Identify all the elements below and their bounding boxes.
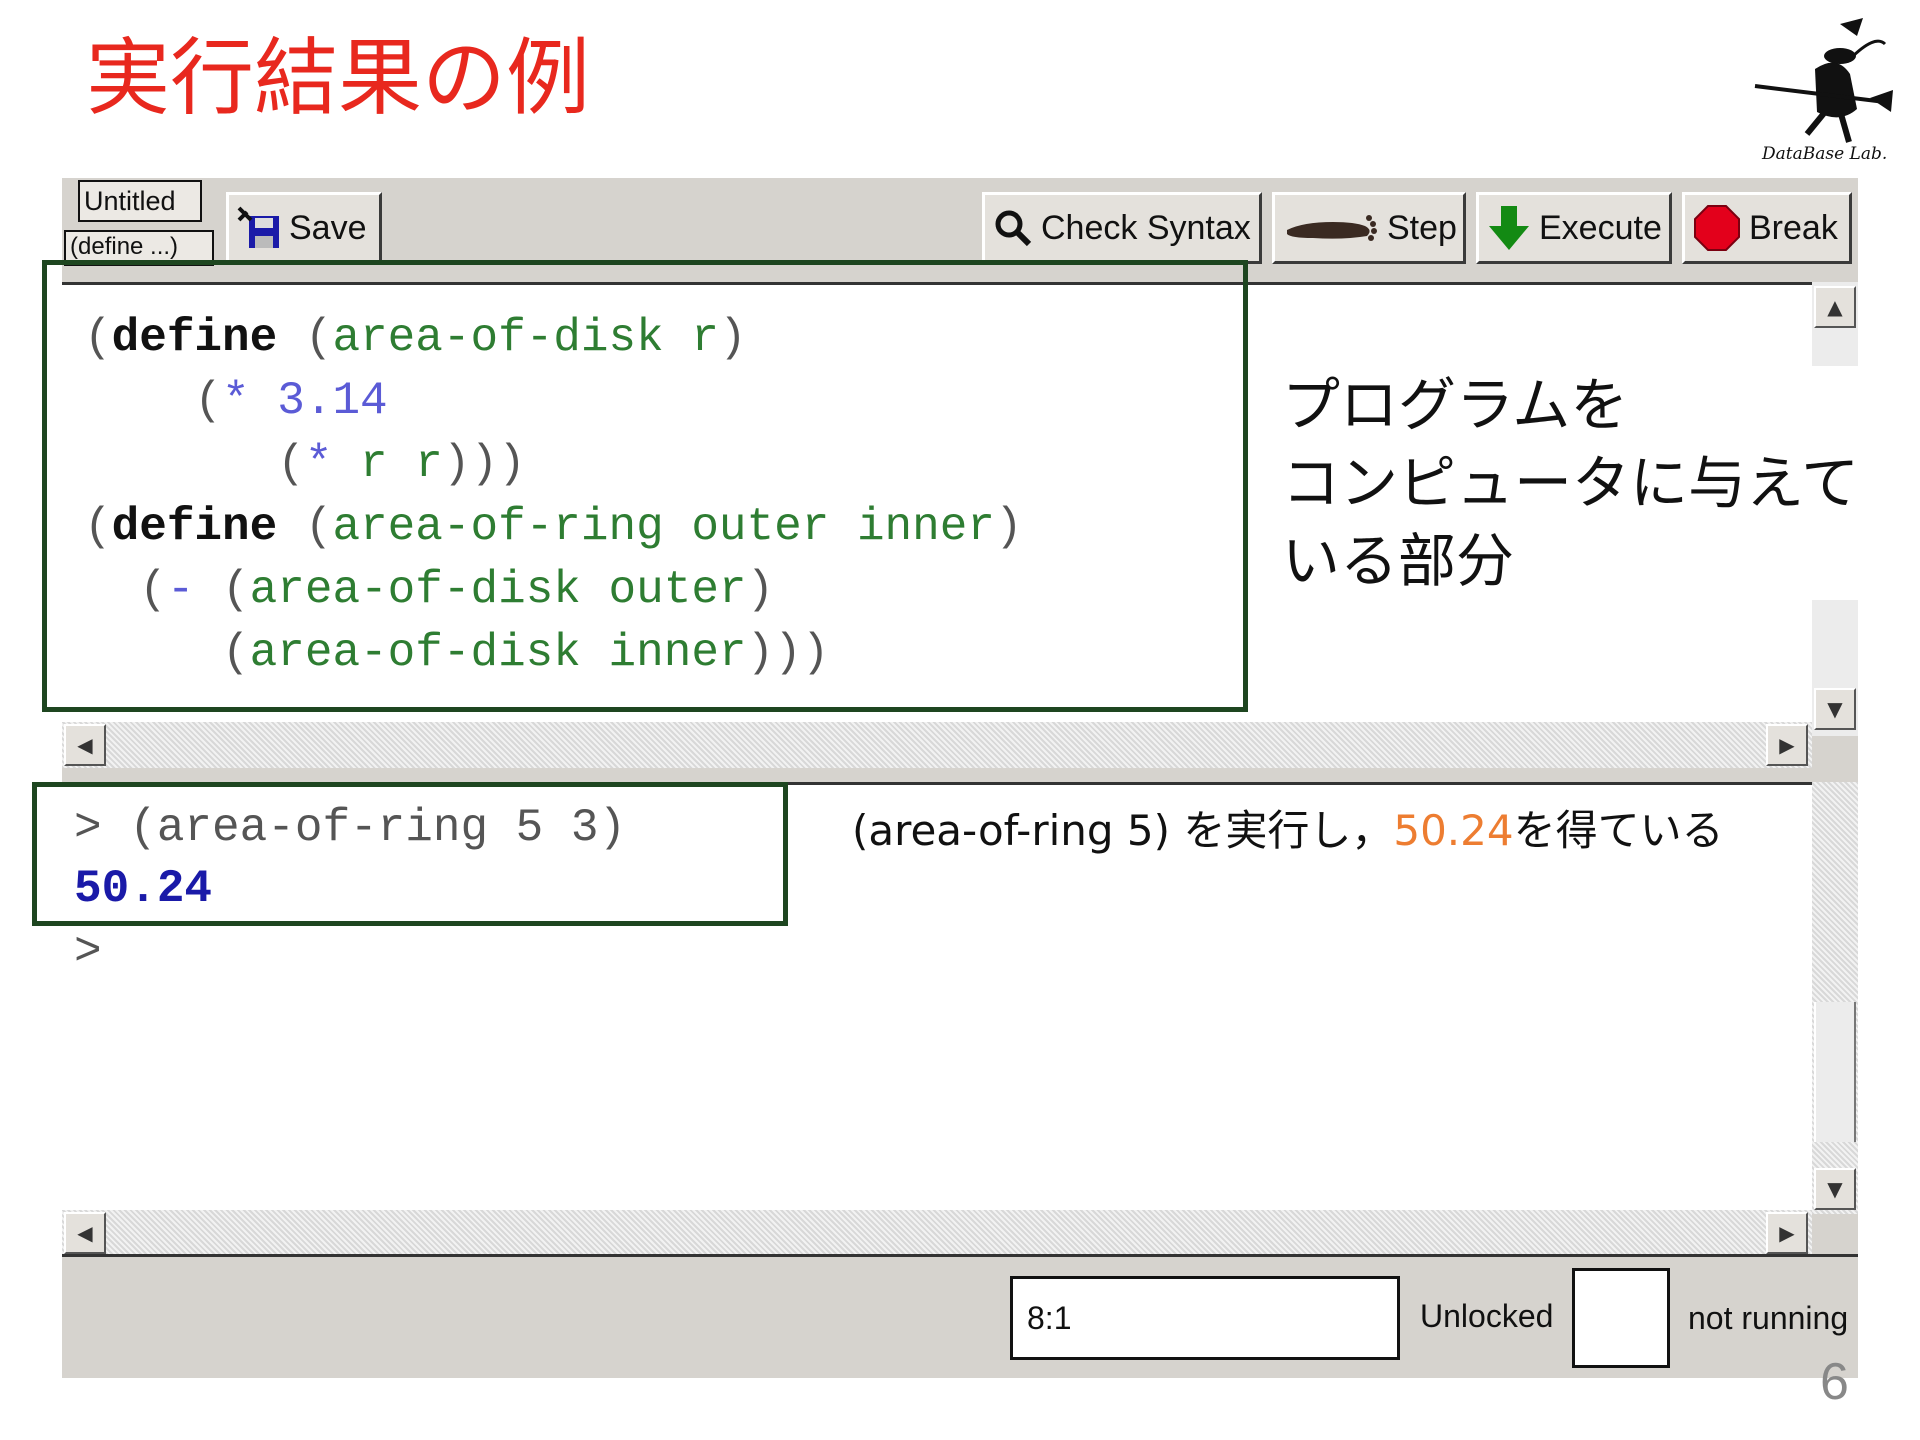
execution-annotation-prefix: (area-of-ring 5) を実行し， xyxy=(852,806,1394,855)
scroll-right-icon[interactable]: ▶ xyxy=(1766,1212,1808,1254)
interactions-vertical-scrollbar[interactable]: ▼ xyxy=(1812,782,1858,1214)
interaction-prompt: > xyxy=(74,926,102,978)
scroll-left-icon[interactable]: ◀ xyxy=(64,1212,106,1254)
scroll-up-icon[interactable]: ▲ xyxy=(1814,286,1856,328)
execution-annotation-suffix: を得ている xyxy=(1513,806,1724,855)
stop-icon xyxy=(1694,205,1740,251)
execute-label: Execute xyxy=(1539,208,1662,247)
break-button[interactable]: Break xyxy=(1682,192,1852,264)
step-button[interactable]: Step xyxy=(1272,192,1466,264)
step-label: Step xyxy=(1387,208,1457,247)
check-syntax-button[interactable]: Check Syntax xyxy=(982,192,1262,264)
program-annotation: プログラムを コンピュータに与えて いる部分 xyxy=(1282,366,1866,600)
execute-button[interactable]: Execute xyxy=(1476,192,1672,264)
scroll-thumb[interactable] xyxy=(1814,1002,1856,1142)
save-icon xyxy=(237,206,279,248)
position-field: 8:1 xyxy=(1010,1276,1400,1360)
lock-state[interactable]: Unlocked xyxy=(1420,1298,1553,1335)
program-annotation-line: コンピュータに与えて xyxy=(1282,449,1860,517)
break-label: Break xyxy=(1749,208,1838,247)
run-state: not running xyxy=(1688,1300,1849,1336)
down-arrow-icon xyxy=(1489,206,1529,250)
foot-icon xyxy=(1287,215,1377,241)
tab-untitled[interactable]: Untitled xyxy=(78,180,202,222)
definitions-horizontal-scrollbar[interactable]: ◀ ▶ xyxy=(62,722,1812,768)
execution-annotation-value: 50.24 xyxy=(1393,806,1514,855)
save-button[interactable]: Save xyxy=(226,192,382,264)
status-divider xyxy=(62,1254,1858,1257)
execution-annotation: (area-of-ring 5) を実行し，50.24を得ている xyxy=(852,800,1728,862)
interaction-highlight-box xyxy=(32,782,788,926)
page-number: 6 xyxy=(1820,1353,1849,1411)
save-label: Save xyxy=(289,208,367,247)
program-annotation-line: いる部分 xyxy=(1282,527,1515,595)
check-syntax-label: Check Syntax xyxy=(1041,208,1251,247)
logo-caption: DataBase Lab. xyxy=(1762,144,1888,164)
slide-title: 実行結果の例 xyxy=(86,29,591,127)
magnifier-icon xyxy=(995,210,1032,247)
program-annotation-line: プログラムを xyxy=(1282,371,1629,439)
definitions-highlight-box xyxy=(42,260,1248,712)
scroll-right-icon[interactable]: ▶ xyxy=(1766,724,1808,766)
scroll-down-icon[interactable]: ▼ xyxy=(1814,1168,1856,1210)
interactions-horizontal-scrollbar[interactable]: ◀ ▶ xyxy=(62,1210,1812,1256)
scroll-left-icon[interactable]: ◀ xyxy=(64,724,106,766)
running-indicator xyxy=(1572,1268,1670,1368)
scroll-down-icon[interactable]: ▼ xyxy=(1814,688,1856,730)
